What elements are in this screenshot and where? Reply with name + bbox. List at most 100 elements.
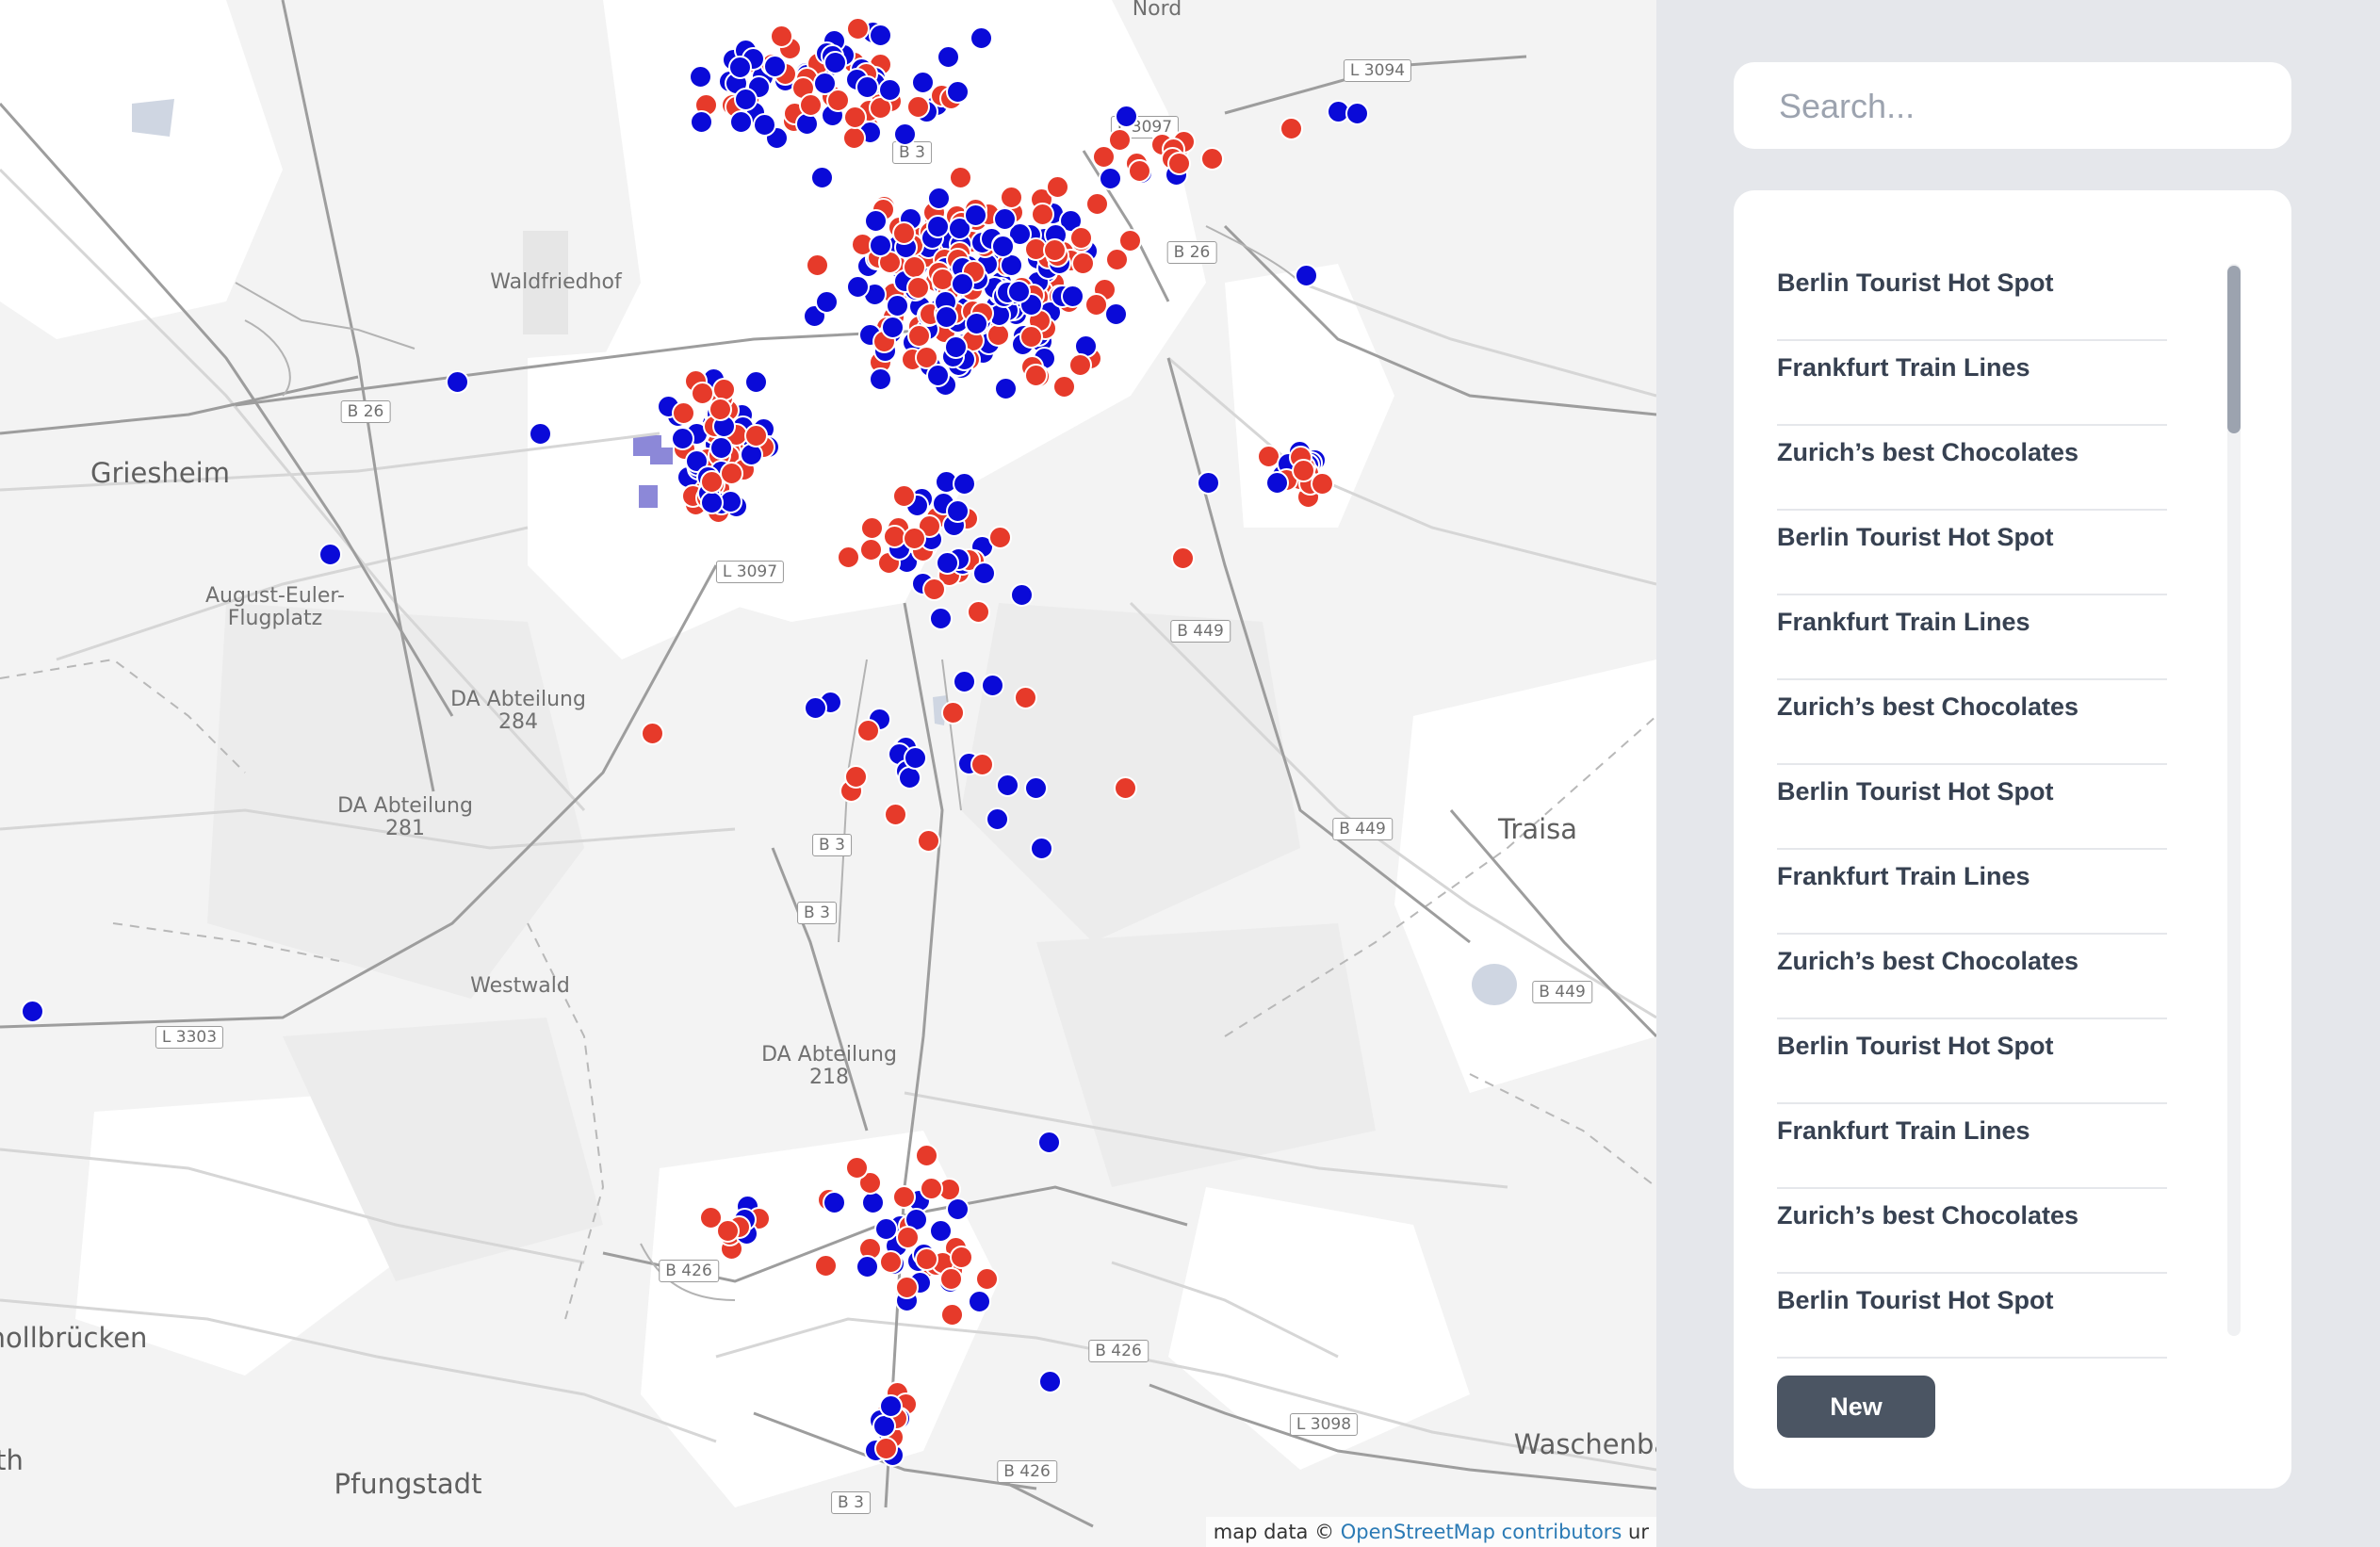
map-marker[interactable] (934, 305, 958, 330)
map-marker[interactable] (728, 55, 753, 79)
map-marker[interactable] (1104, 302, 1129, 327)
map-marker[interactable] (970, 752, 994, 776)
map-marker[interactable] (804, 696, 828, 721)
map-marker[interactable] (951, 271, 975, 296)
map-marker[interactable] (1115, 104, 1139, 128)
map-marker[interactable] (823, 50, 848, 74)
map-marker[interactable] (892, 122, 917, 147)
map-marker[interactable] (1264, 471, 1289, 496)
map-marker[interactable] (907, 324, 932, 349)
map-marker[interactable] (1197, 471, 1220, 495)
map-marker[interactable] (21, 1000, 44, 1023)
map-marker[interactable] (672, 400, 696, 425)
map-marker[interactable] (944, 334, 969, 359)
map-marker[interactable] (855, 1255, 879, 1279)
map-marker[interactable] (719, 462, 743, 486)
map-marker[interactable] (922, 577, 947, 601)
map-marker[interactable] (952, 669, 976, 693)
map-marker[interactable] (878, 1393, 903, 1418)
map-marker[interactable] (949, 166, 973, 190)
map-marker[interactable] (1043, 237, 1068, 262)
map-marker[interactable] (967, 1290, 991, 1314)
map-marker[interactable] (861, 1191, 886, 1215)
map-marker[interactable] (709, 436, 733, 461)
map-marker[interactable] (869, 24, 893, 48)
map-marker[interactable] (964, 312, 988, 336)
map-marker[interactable] (1038, 1370, 1062, 1393)
map-marker[interactable] (963, 204, 987, 228)
map-marker[interactable] (1068, 353, 1093, 378)
map-marker[interactable] (1098, 167, 1122, 191)
map-marker[interactable] (1023, 363, 1048, 387)
map-marker[interactable] (1051, 375, 1076, 399)
map-marker[interactable] (880, 315, 905, 339)
collection-list-item[interactable]: Frankfurt Train Lines (1777, 1104, 2167, 1189)
list-scrollbar-thumb[interactable] (2227, 266, 2241, 433)
map-marker[interactable] (859, 515, 884, 540)
map-marker[interactable] (970, 25, 993, 50)
search-input[interactable] (1777, 62, 2271, 151)
map-marker[interactable] (842, 125, 867, 150)
map-marker[interactable] (1345, 102, 1369, 125)
map-marker[interactable] (1060, 285, 1084, 309)
map-marker[interactable] (1310, 472, 1334, 497)
new-button[interactable]: New (1777, 1376, 1935, 1438)
map-marker[interactable] (905, 276, 930, 301)
collection-list-item[interactable]: Berlin Tourist Hot Spot (1777, 511, 2167, 595)
map-marker[interactable] (1171, 546, 1195, 570)
map-marker[interactable] (729, 109, 754, 134)
map-marker[interactable] (1071, 252, 1096, 276)
map-marker[interactable] (641, 722, 664, 745)
map-marker[interactable] (903, 746, 927, 771)
map-marker[interactable] (868, 233, 892, 257)
map-marker[interactable] (733, 88, 758, 112)
collection-list-item[interactable]: Zurich’s best Chocolates (1777, 935, 2167, 1019)
map-marker[interactable] (815, 290, 840, 315)
openstreetmap-link[interactable]: OpenStreetMap contributors (1341, 1521, 1622, 1543)
collection-list-item[interactable]: Frankfurt Train Lines (1777, 341, 2167, 426)
map-marker[interactable] (689, 65, 713, 90)
collection-list-item[interactable]: Zurich’s best Chocolates (1777, 680, 2167, 765)
map-marker[interactable] (770, 24, 794, 48)
map-marker[interactable] (929, 1218, 954, 1243)
map-marker[interactable] (941, 701, 966, 725)
map-marker[interactable] (744, 369, 769, 394)
map-marker[interactable] (1114, 776, 1137, 800)
map-marker[interactable] (883, 803, 907, 827)
map-marker[interactable] (856, 718, 881, 742)
map-marker[interactable] (917, 829, 940, 853)
map-marker[interactable] (967, 600, 991, 625)
map-marker[interactable] (699, 491, 724, 514)
collection-list-item[interactable]: Zurich’s best Chocolates (1777, 1189, 2167, 1274)
map-marker[interactable] (1023, 775, 1048, 800)
map-marker[interactable] (996, 774, 1020, 798)
map-marker[interactable] (891, 220, 916, 245)
map-marker[interactable] (1014, 686, 1037, 710)
map-marker[interactable] (805, 253, 829, 278)
collection-list-item[interactable]: Berlin Tourist Hot Spot (1777, 256, 2167, 341)
collection-list-item[interactable]: Frankfurt Train Lines (1777, 595, 2167, 680)
map-marker[interactable] (1166, 152, 1191, 176)
map-marker[interactable] (946, 80, 970, 105)
map-marker[interactable] (823, 1191, 847, 1215)
map-marker[interactable] (1118, 228, 1143, 252)
map-marker[interactable] (1280, 117, 1303, 140)
map-marker[interactable] (1037, 1131, 1061, 1154)
map-marker[interactable] (915, 1246, 939, 1271)
map-marker[interactable] (1084, 192, 1109, 217)
collection-list-item[interactable]: Berlin Tourist Hot Spot (1777, 1274, 2167, 1359)
map-marker[interactable] (1199, 146, 1224, 171)
map-marker[interactable] (690, 110, 714, 135)
map-marker[interactable] (1046, 175, 1070, 200)
map-marker[interactable] (936, 550, 960, 575)
map-marker[interactable] (928, 606, 953, 630)
map-marker[interactable] (936, 45, 960, 70)
map-marker[interactable] (985, 807, 1009, 832)
map-marker[interactable] (868, 366, 892, 391)
map-marker[interactable] (902, 526, 926, 550)
map-marker[interactable] (971, 561, 996, 585)
map-marker[interactable] (843, 765, 868, 790)
map-marker[interactable] (845, 275, 870, 300)
map-marker[interactable] (1009, 582, 1034, 607)
collection-list-item[interactable]: Berlin Tourist Hot Spot (1777, 1019, 2167, 1104)
